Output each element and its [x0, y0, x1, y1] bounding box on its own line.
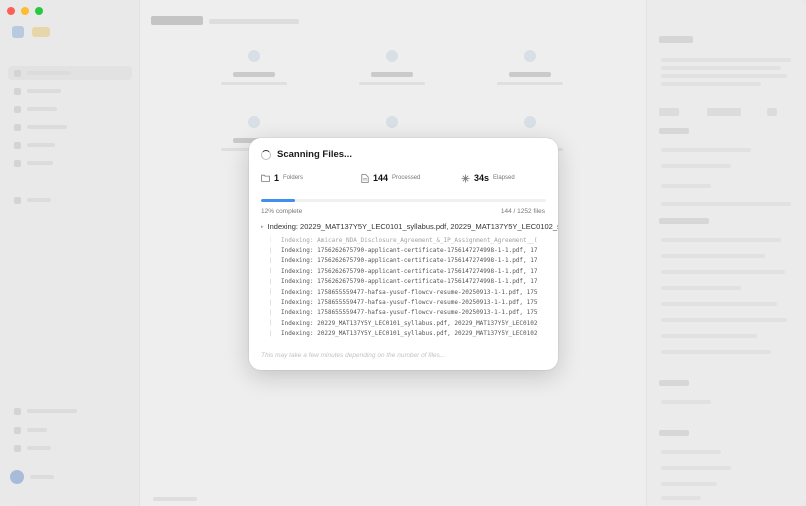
- current-file-text: Indexing: 20229_MAT137Y5Y_LEC0101_syllab…: [267, 222, 558, 231]
- log-message: Indexing: 1756262675790-applicant-certif…: [281, 247, 538, 255]
- log-row: │ Indexing: 1756262675790-applicant-certi…: [269, 256, 538, 266]
- stat-value: 34s: [474, 173, 490, 183]
- progress-count: 144 / 1252 files: [500, 208, 545, 215]
- progress-percent: 12% complete: [261, 208, 303, 215]
- progress-bar: [261, 199, 546, 202]
- log-row: │ Indexing: 20229_MAT137Y5Y_LEC0101_sylla…: [269, 318, 538, 328]
- log-row: │ Indexing: 1756262675790-applicant-certi…: [269, 277, 538, 287]
- log-message: Indexing: 1758655559477-hafsa-yusuf-flow…: [281, 309, 538, 317]
- log-row: │ Indexing: 20229_MAT137Y5Y_LEC0101_sylla…: [269, 329, 538, 338]
- chevron-right-icon: ▸: [261, 223, 264, 230]
- stat-label: Folders: [283, 175, 304, 181]
- log-message: Indexing: 20229_MAT137Y5Y_LEC0101_syllab…: [281, 330, 538, 338]
- progress-fill: [261, 199, 296, 202]
- log-line-marker: │: [269, 278, 273, 285]
- stat-folders: 1 Folders: [261, 173, 303, 183]
- log-row: │ Indexing: 1758655559477-hafsa-yusuf-flo…: [269, 287, 538, 297]
- minimize-window-button[interactable]: [21, 7, 29, 15]
- loading-spinner-icon: [261, 149, 271, 160]
- dialog-header: Scanning Files...: [261, 149, 352, 160]
- stat-processed: 144 Processed: [361, 173, 420, 183]
- folder-icon: [261, 174, 270, 182]
- app-window: Scanning Files... 1 Folders 144 Processe…: [0, 0, 806, 506]
- stat-label: Elapsed: [493, 175, 515, 181]
- log-line-marker: │: [269, 247, 273, 254]
- dialog-title: Scanning Files...: [277, 149, 352, 160]
- log-line-marker: │: [269, 289, 273, 296]
- window-controls: [7, 7, 43, 15]
- log-message: Indexing: 1756262675790-applicant-certif…: [281, 278, 538, 286]
- scanning-dialog: Scanning Files... 1 Folders 144 Processe…: [249, 138, 558, 370]
- log-line-marker: │: [269, 268, 273, 275]
- spark-icon: [461, 174, 470, 182]
- log-message: Indexing: 1758655559477-hafsa-yusuf-flow…: [281, 299, 538, 307]
- document-icon: [361, 173, 369, 183]
- current-file-toggle[interactable]: ▸ Indexing: 20229_MAT137Y5Y_LEC0101_syll…: [261, 222, 558, 231]
- log-line-marker: │: [269, 320, 273, 327]
- stat-value: 144: [373, 173, 389, 183]
- stat-value: 1: [274, 173, 280, 183]
- log-line-marker: │: [269, 257, 273, 264]
- log-message: Indexing: 1756262675790-applicant-certif…: [281, 257, 538, 265]
- indexing-log[interactable]: │ Indexing: Amicare_NDA_Disclosure_Agreem…: [269, 235, 538, 338]
- log-row: │ Indexing: 1758655559477-hafsa-yusuf-flo…: [269, 308, 538, 318]
- maximize-window-button[interactable]: [35, 7, 43, 15]
- log-row: │ Indexing: 1756262675790-applicant-certi…: [269, 245, 538, 255]
- stat-elapsed: 34s Elapsed: [461, 173, 515, 183]
- log-message: Indexing: Amicare_NDA_Disclosure_Agreeme…: [281, 236, 538, 244]
- log-message: Indexing: 1756262675790-applicant-certif…: [281, 267, 538, 275]
- dialog-hint: This may take a few minutes depending on…: [261, 352, 446, 359]
- log-line-marker: │: [269, 330, 273, 337]
- log-row: │ Indexing: Amicare_NDA_Disclosure_Agreem…: [269, 235, 538, 245]
- log-row: │ Indexing: 1756262675790-applicant-certi…: [269, 266, 538, 276]
- log-message: Indexing: 20229_MAT137Y5Y_LEC0101_syllab…: [281, 319, 538, 327]
- stat-label: Processed: [392, 175, 421, 181]
- log-line-marker: │: [269, 299, 273, 306]
- log-line-marker: │: [269, 237, 273, 244]
- log-message: Indexing: 1758655559477-hafsa-yusuf-flow…: [281, 288, 538, 296]
- log-row: │ Indexing: 1758655559477-hafsa-yusuf-flo…: [269, 297, 538, 307]
- close-window-button[interactable]: [7, 7, 15, 15]
- log-line-marker: │: [269, 309, 273, 316]
- scan-stats: 1 Folders 144 Processed 34s Elapsed: [261, 173, 551, 185]
